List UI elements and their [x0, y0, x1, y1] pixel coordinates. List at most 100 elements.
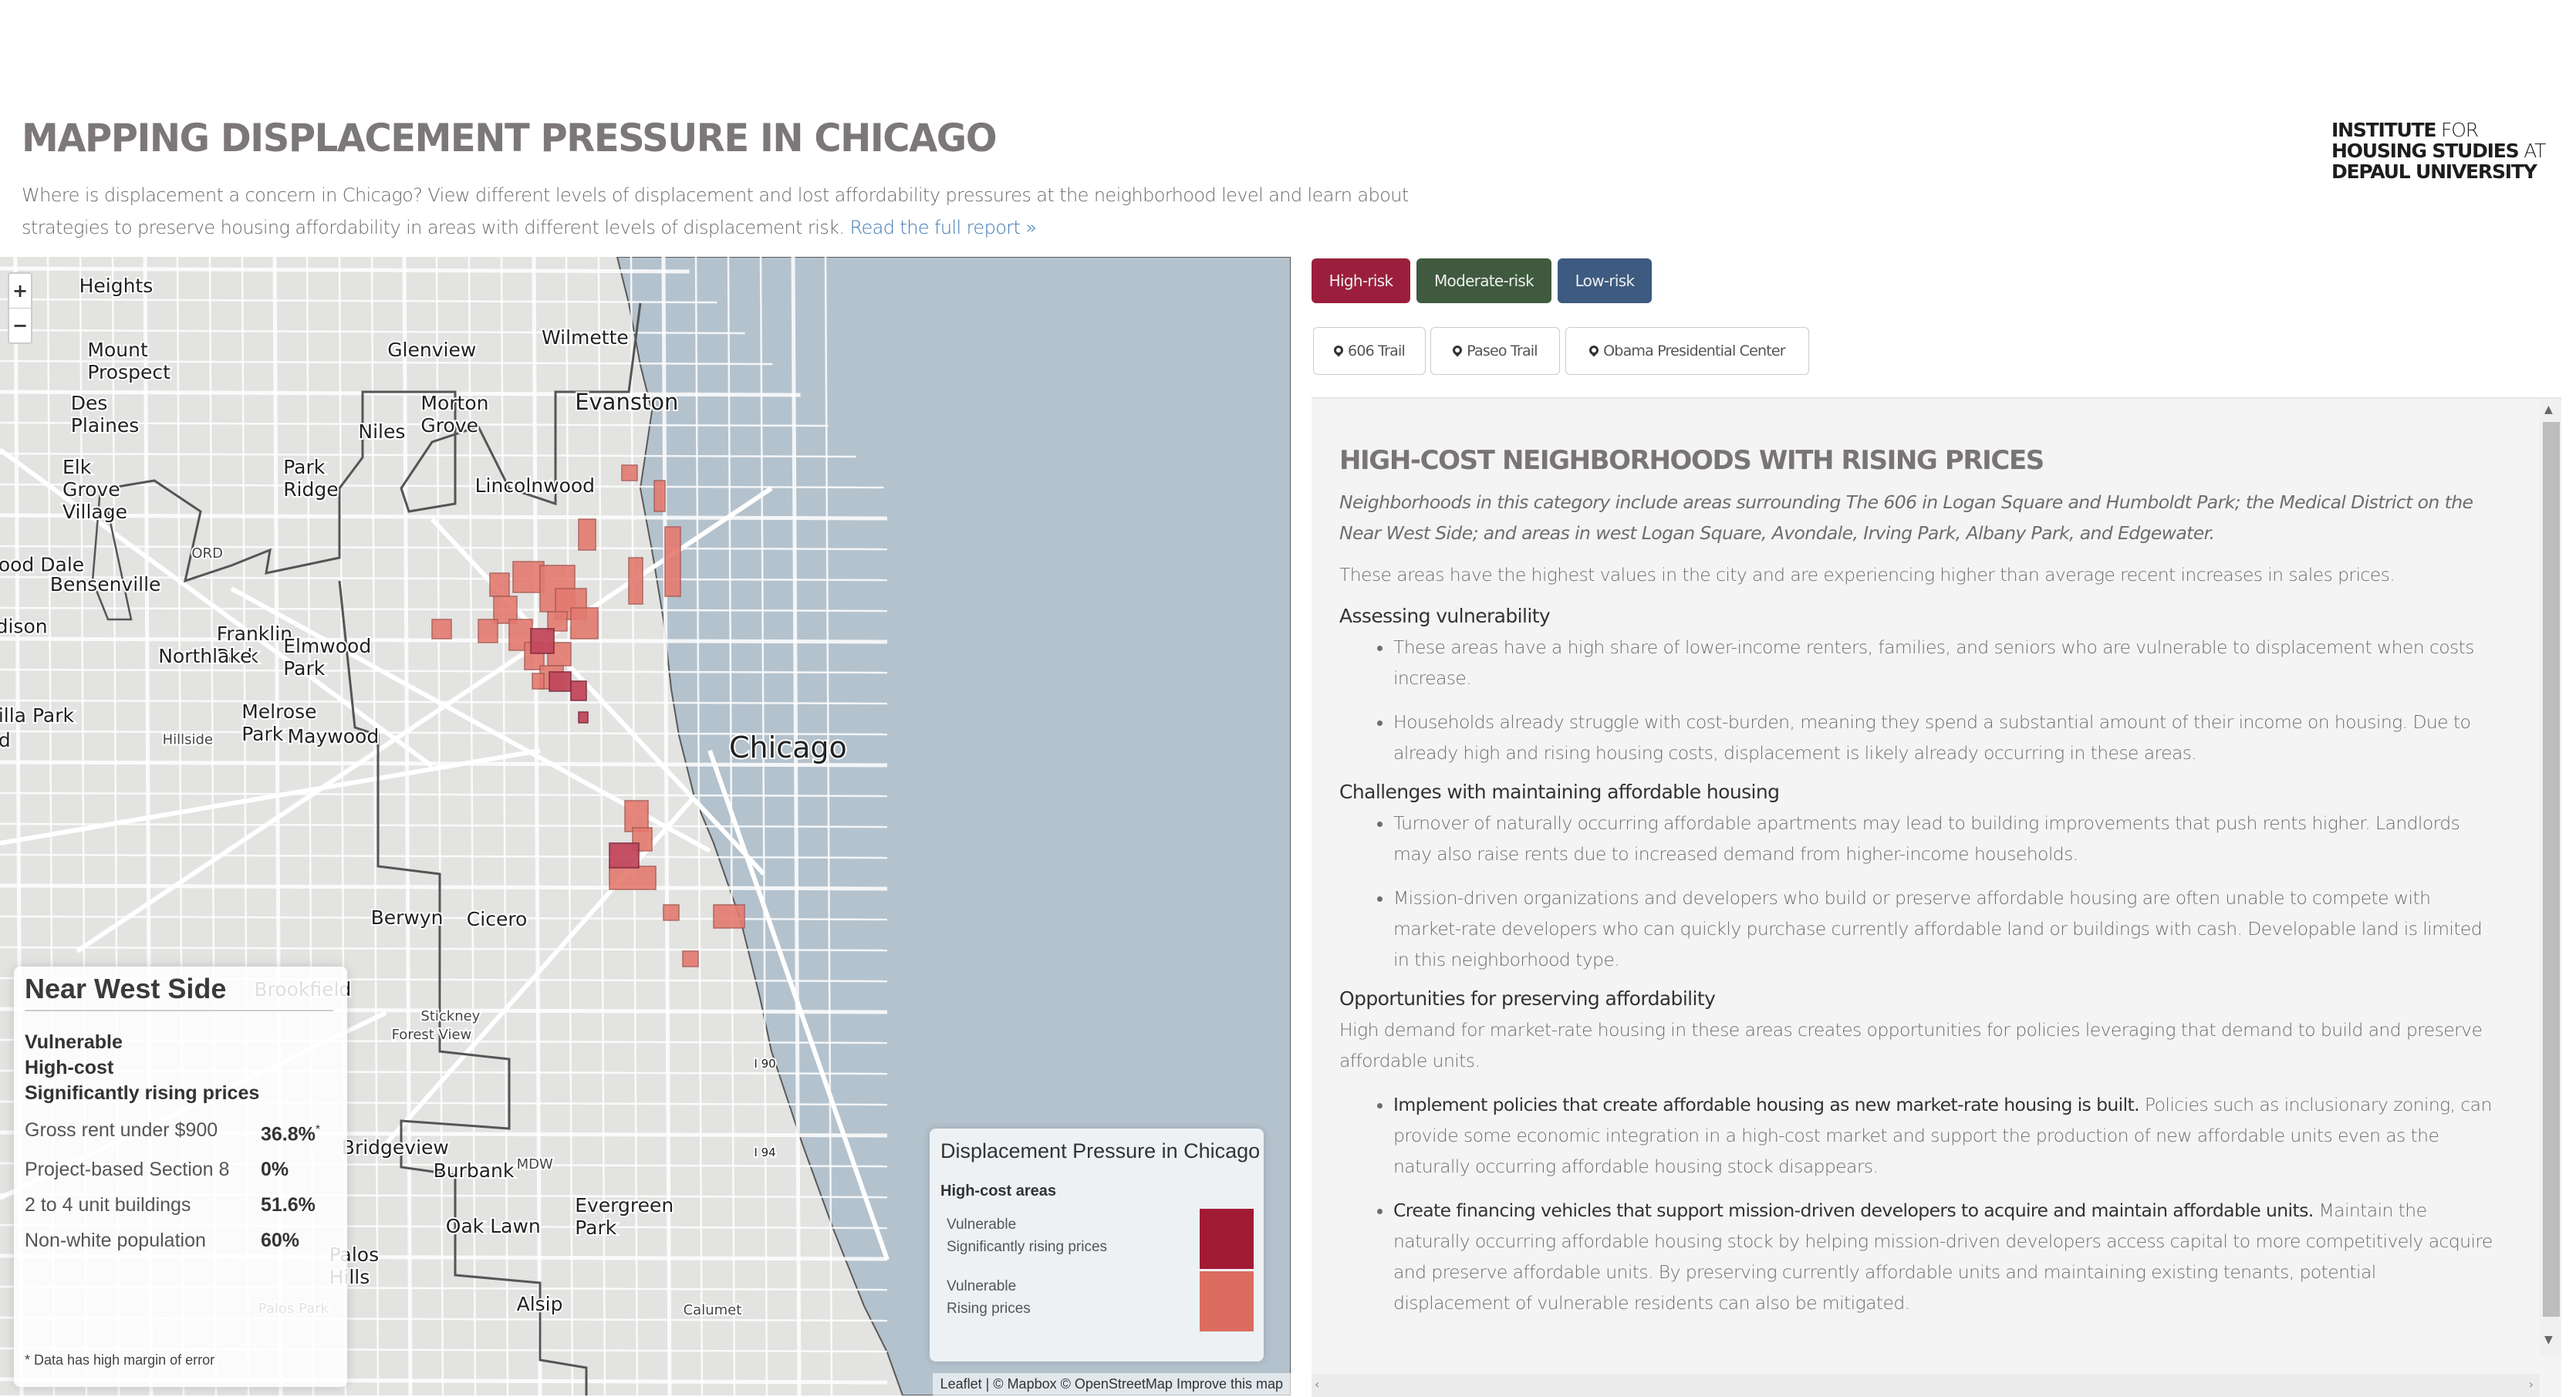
map-place-label: illa Park [0, 704, 74, 727]
map-place-label: Alsip [517, 1293, 563, 1315]
zoom-in-button[interactable]: + [9, 274, 31, 309]
map-place-label: Plaines [71, 414, 140, 437]
map-place-label: Burbank [434, 1159, 515, 1182]
map-legend: Displacement Pressure in Chicago High-co… [930, 1129, 1264, 1362]
scroll-up-arrow-icon[interactable]: ▲ [2544, 403, 2553, 416]
tract-significantly-rising [549, 671, 572, 692]
obama-center-button[interactable]: Obama Presidential Center [1565, 327, 1809, 375]
bullet-item: Turnover of naturally occurring affordab… [1393, 808, 2497, 869]
map-place-label: Bridgeview [342, 1136, 449, 1159]
tract-rising-prices [653, 480, 666, 512]
section-intro: High demand for market-rate housing in t… [1339, 1019, 2483, 1071]
category-heading: HIGH-COST NEIGHBORHOODS WITH RISING PRIC… [1339, 445, 2044, 476]
legend-item-line1: Vulnerable [947, 1278, 1017, 1294]
scroll-left-arrow-icon[interactable]: ‹ [1315, 1377, 1319, 1392]
stat-value-text: 36.8% [261, 1123, 316, 1146]
stat-value: 51.6% [261, 1194, 316, 1216]
section-bullets: These areas have a high share of lower-i… [1339, 632, 2497, 768]
category-summary: These areas have the highest values in t… [1339, 564, 2395, 585]
map-place-label: Des [71, 392, 108, 414]
section-bullets: Turnover of naturally occurring affordab… [1339, 808, 2497, 975]
page-title: MAPPING DISPLACEMENT PRESSURE IN CHICAGO [22, 116, 998, 160]
bullet-text: These areas have a high share of lower-i… [1393, 636, 2475, 689]
map-place-label: Forest View [392, 1027, 472, 1043]
vertical-scrollbar[interactable]: ▲ ▼ [2540, 399, 2561, 1355]
read-report-link[interactable]: Read the full report » [849, 217, 1037, 238]
map-place-label: Park [575, 1216, 617, 1239]
map-attribution[interactable]: Leaflet | © Mapbox © OpenStreetMap Impro… [932, 1373, 1291, 1395]
map-place-label: Mount [87, 339, 148, 361]
map-place-label: Grove [62, 478, 120, 501]
map-marker-icon [1587, 343, 1601, 357]
zoom-out-button[interactable]: − [9, 309, 31, 343]
map-place-label: Elk [62, 456, 92, 478]
tag-high-cost: High-cost [25, 1057, 114, 1078]
institute-logo[interactable]: INSTITUTE FOR HOUSING STUDIES AT DEPAUL … [2331, 119, 2546, 183]
legend-title: Displacement Pressure in Chicago [940, 1139, 1261, 1162]
map-place-label: Grove [420, 414, 478, 437]
tract-rising-prices [578, 518, 596, 551]
stat-label: Non-white population [25, 1230, 206, 1252]
tract-rising-prices [663, 904, 680, 921]
logo-line2-bold: HOUSING STUDIES [2331, 140, 2520, 162]
tract-significantly-rising [570, 680, 587, 701]
map-place-label: ORD [191, 545, 223, 562]
map-place-label: Chicago [729, 731, 847, 764]
map-place-label: Glenview [387, 339, 476, 361]
paseo-trail-button[interactable]: Paseo Trail [1430, 327, 1560, 375]
map-place-label: Bensenville [50, 573, 161, 596]
tract-rising-prices [512, 561, 545, 593]
stat-value: 36.8%* [261, 1117, 320, 1147]
neighborhood-name: Near West Side [25, 973, 333, 1011]
stat-label: Project-based Section 8 [25, 1159, 230, 1181]
606-trail-button[interactable]: 606 Trail [1313, 327, 1426, 375]
zoom-control: + − [8, 272, 32, 344]
section-bullets: Implement policies that create affordabl… [1339, 1089, 2497, 1318]
moderate-risk-button[interactable]: Moderate-risk [1416, 258, 1551, 303]
place-button-label: Obama Presidential Center [1603, 343, 1785, 359]
map-place-label: Evanston [575, 389, 678, 415]
horizontal-scrollbar[interactable]: ‹ › [1312, 1374, 2540, 1397]
intro-text: Where is displacement a concern in Chica… [22, 179, 1472, 244]
map-place-label: I 94 [754, 1146, 775, 1159]
tract-rising-prices [489, 572, 510, 597]
map-place-label: Ridge [283, 478, 338, 501]
logo-line1-light: FOR [2441, 119, 2479, 141]
map-place-label: Morton [420, 392, 488, 414]
tract-rising-prices [609, 866, 657, 890]
low-risk-button[interactable]: Low-risk [1558, 258, 1652, 303]
tract-rising-prices [621, 464, 638, 481]
tag-rising-prices: Significantly rising prices [25, 1082, 260, 1104]
map-place-label: I 90 [754, 1057, 775, 1071]
bullet-item: These areas have a high share of lower-i… [1393, 632, 2497, 693]
strategy-content-panel[interactable]: HIGH-COST NEIGHBORHOODS WITH RISING PRIC… [1312, 397, 2561, 1397]
map-place-label: Park [241, 723, 284, 745]
scroll-down-arrow-icon[interactable]: ▼ [2544, 1334, 2553, 1346]
logo-line3-bold: DEPAUL UNIVERSITY [2331, 160, 2537, 183]
legend-swatch-rising [1200, 1271, 1254, 1331]
bullet-item: Implement policies that create affordabl… [1393, 1089, 2497, 1182]
legend-swatch-significantly-rising [1200, 1209, 1254, 1269]
tract-rising-prices [713, 904, 745, 929]
map-place-label: Lincolnwood [475, 474, 595, 497]
section-title: Assessing vulnerability [1339, 605, 1551, 627]
map-place-label: d [0, 729, 11, 751]
neighborhood-stats: Gross rent under $900 36.8%* Project-base… [25, 1117, 333, 1263]
legend-item-label: Vulnerable Rising prices [947, 1275, 1031, 1320]
high-risk-button[interactable]: High-risk [1312, 258, 1410, 303]
section-title: Opportunities for preserving affordabili… [1339, 987, 1716, 1010]
map-canvas[interactable]: Heights Mount Prospect Glenview Wilmette Des P… [0, 257, 1291, 1395]
place-button-label: 606 Trail [1348, 343, 1406, 359]
scrollbar-thumb[interactable] [2543, 422, 2560, 1317]
tract-significantly-rising [530, 628, 555, 654]
scroll-right-arrow-icon[interactable]: › [2529, 1377, 2534, 1392]
map-place-label: Elmwood [283, 635, 371, 657]
stat-label: Gross rent under $900 [25, 1119, 218, 1141]
category-lead: Neighborhoods in this category include a… [1339, 491, 2473, 544]
section-title: Challenges with maintaining affordable h… [1339, 781, 1780, 803]
map-place-label: Niles [358, 420, 405, 443]
legend-item-line1: Vulnerable [947, 1216, 1017, 1233]
tract-rising-prices [624, 800, 649, 832]
map-place-label: Calumet [684, 1302, 742, 1318]
map-place-label: Oak Lawn [446, 1215, 541, 1237]
